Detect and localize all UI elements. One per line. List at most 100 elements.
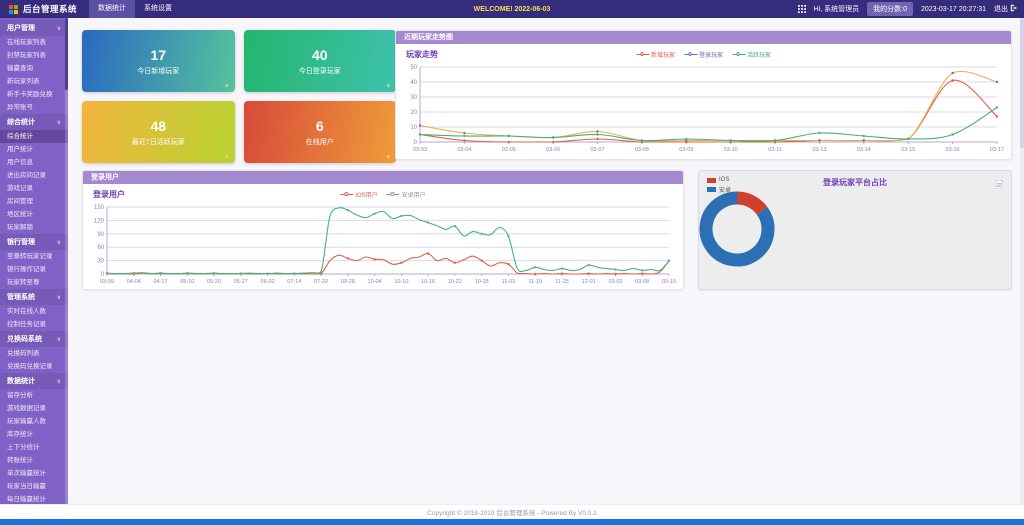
login-chart-legend: IOS用户 安卓用户	[340, 190, 425, 199]
sidebar-item[interactable]: 控制任务记录	[0, 318, 68, 331]
chevron-down-icon: ∨	[57, 25, 61, 32]
stat-cards: 17 今日新增玩家 ▾40 今日登录玩家 ▾48 最近7日活跃玩家 ▾6 在线用…	[82, 30, 396, 163]
svg-text:10-10: 10-10	[394, 279, 408, 285]
sidebar-item[interactable]: 新玩家列表	[0, 75, 68, 88]
sidebar-item[interactable]: 输赢查询	[0, 62, 68, 75]
main-scrollbar-thumb[interactable]	[1020, 18, 1024, 148]
chevron-down-icon: ∨	[57, 294, 61, 301]
stat-card[interactable]: 17 今日新增玩家 ▾	[82, 30, 235, 92]
legend-item[interactable]: 安卓用户	[387, 190, 426, 199]
sidebar-item[interactable]: 游戏记录	[0, 182, 68, 195]
legend-swatch-icon	[707, 178, 716, 183]
stat-card-label: 在线用户	[306, 137, 334, 147]
login-line-chart[interactable]: 030609012015003-0904-0404-1705-1005-2005…	[83, 202, 683, 286]
legend-item[interactable]: 新增玩家	[636, 50, 675, 59]
stat-card-value: 40	[312, 47, 328, 63]
main-scrollbar[interactable]	[1020, 18, 1024, 504]
apps-grid-icon[interactable]	[798, 5, 806, 13]
sidebar-item[interactable]: 银行操作记录	[0, 263, 68, 276]
sidebar-item[interactable]: 用户统计	[0, 143, 68, 156]
svg-text:03-13: 03-13	[812, 147, 826, 153]
sidebar: 用户管理∨在线玩家列表封禁玩家列表输赢查询新玩家列表新手卡奖励兑换异常账号综合统…	[0, 18, 68, 504]
score-badge[interactable]: 我的分数:0	[867, 2, 913, 16]
svg-text:60: 60	[97, 245, 104, 251]
stat-card[interactable]: 48 最近7日活跃玩家 ▾	[82, 101, 235, 163]
sidebar-item[interactable]: 玩家当日输赢	[0, 480, 68, 493]
sidebar-item[interactable]: 实时在线人数	[0, 305, 68, 318]
sidebar-item[interactable]: 库存统计	[0, 428, 68, 441]
svg-text:10-28: 10-28	[475, 279, 489, 285]
sidebar-item[interactable]: 房间管理	[0, 195, 68, 208]
svg-text:10-16: 10-16	[421, 279, 435, 285]
sidebar-item[interactable]: 新手卡奖励兑换	[0, 88, 68, 101]
sidebar-item[interactable]: 单次输赢统计	[0, 467, 68, 480]
logout-label: 退出	[994, 4, 1008, 14]
legend-item[interactable]: IOS用户	[340, 190, 377, 199]
sidebar-item[interactable]: 地区统计	[0, 208, 68, 221]
legend-item[interactable]: 安卓	[707, 185, 731, 194]
svg-text:03-10: 03-10	[724, 147, 738, 153]
sidebar-item[interactable]: 封禁玩家列表	[0, 49, 68, 62]
trend-panel-header: 近期玩家走势图	[396, 31, 1011, 44]
trend-panel: 近期玩家走势图 玩家走势 新增玩家登录玩家活跃玩家 0102030405003-…	[395, 30, 1012, 160]
platform-donut-chart[interactable]	[699, 191, 1011, 272]
sidebar-item[interactable]: 进出房间记录	[0, 169, 68, 182]
legend-marker-icon	[340, 192, 353, 198]
sidebar-item[interactable]: 在线玩家列表	[0, 36, 68, 49]
sidebar-item[interactable]: 玩家转至尊	[0, 276, 68, 289]
sidebar-item[interactable]: 留存分析	[0, 389, 68, 402]
svg-text:03-17: 03-17	[990, 147, 1004, 153]
trend-chart-title: 玩家走势	[406, 49, 438, 60]
stat-card[interactable]: 6 在线用户 ▾	[244, 101, 397, 163]
chevron-down-icon: ∨	[57, 119, 61, 126]
sidebar-item[interactable]: 转账统计	[0, 454, 68, 467]
svg-text:03-08: 03-08	[635, 147, 649, 153]
chevron-down-icon[interactable]: ▾	[386, 82, 390, 90]
legend-item[interactable]: 登录玩家	[684, 50, 723, 59]
sidebar-item[interactable]: 上下分统计	[0, 441, 68, 454]
sidebar-group[interactable]: 用户管理∨	[0, 20, 68, 36]
sidebar-item[interactable]: 每日输赢统计	[0, 493, 68, 504]
sidebar-item[interactable]: 游戏数据记录	[0, 402, 68, 415]
tab-system-settings[interactable]: 系统设置	[135, 0, 181, 18]
app-window: 后台管理系统 数据统计系统设置 WELCOME! 2022-06-03 Hi, …	[0, 0, 1024, 525]
content-row: 用户管理∨在线玩家列表封禁玩家列表输赢查询新玩家列表新手卡奖励兑换异常账号综合统…	[0, 18, 1024, 504]
legend-item[interactable]: IOS	[707, 177, 731, 183]
sidebar-item[interactable]: 兑换码列表	[0, 347, 68, 360]
svg-text:90: 90	[97, 232, 104, 238]
chevron-down-icon[interactable]: ▾	[386, 153, 390, 161]
stat-card-value: 6	[316, 118, 324, 134]
svg-text:03-09: 03-09	[100, 279, 114, 285]
svg-text:03-03: 03-03	[413, 147, 427, 153]
chevron-down-icon[interactable]: ▾	[225, 82, 229, 90]
sidebar-item[interactable]: 用户信息	[0, 156, 68, 169]
sidebar-group[interactable]: 银行管理∨	[0, 234, 68, 250]
legend-item[interactable]: 活跃玩家	[732, 50, 771, 59]
sidebar-item[interactable]: 综合统计	[0, 130, 68, 143]
top-header: 后台管理系统 数据统计系统设置 WELCOME! 2022-06-03 Hi, …	[0, 0, 1024, 18]
sidebar-item[interactable]: 异常账号	[0, 101, 68, 114]
sidebar-group[interactable]: 兑换码系统∨	[0, 331, 68, 347]
sidebar-item[interactable]: 至尊转玩家记录	[0, 250, 68, 263]
sidebar-group[interactable]: 管理系统∨	[0, 289, 68, 305]
legend-marker-icon	[636, 52, 649, 58]
export-report-icon[interactable]	[996, 176, 1003, 194]
svg-text:06-02: 06-02	[261, 279, 275, 285]
legend-swatch-icon	[707, 187, 716, 192]
sidebar-item[interactable]: 玩家输赢人数	[0, 415, 68, 428]
svg-text:03-07: 03-07	[590, 147, 604, 153]
trend-line-chart[interactable]: 0102030405003-0303-0403-0503-0603-0703-0…	[396, 62, 1011, 154]
sidebar-item[interactable]: 玩家解锁	[0, 221, 68, 234]
svg-text:0: 0	[414, 140, 418, 146]
chevron-down-icon: ∨	[57, 336, 61, 343]
svg-text:03-16: 03-16	[946, 147, 960, 153]
platform-chart-title: 登录玩家平台占比	[699, 177, 1011, 188]
tab-data-stats[interactable]: 数据统计	[89, 0, 135, 18]
sidebar-group[interactable]: 数据统计∨	[0, 373, 68, 389]
stat-card[interactable]: 40 今日登录玩家 ▾	[244, 30, 397, 92]
chevron-down-icon[interactable]: ▾	[225, 153, 229, 161]
logout-button[interactable]: 退出	[994, 4, 1018, 14]
sidebar-item[interactable]: 兑换码兑换记录	[0, 360, 68, 373]
svg-text:03-02: 03-02	[608, 279, 622, 285]
sidebar-group[interactable]: 综合统计∨	[0, 114, 68, 130]
